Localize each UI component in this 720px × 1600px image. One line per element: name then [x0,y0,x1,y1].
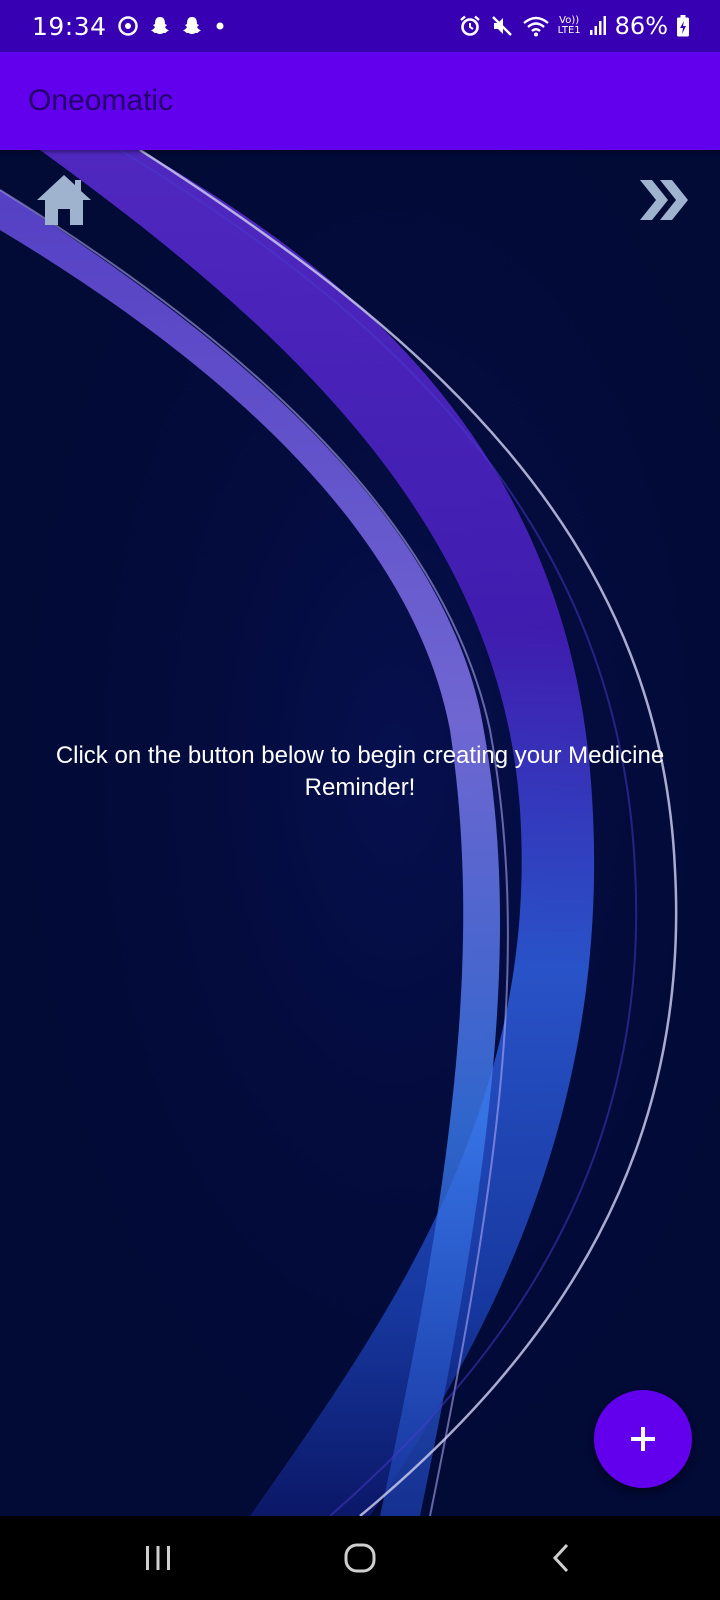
status-left: 19:34 [32,0,227,52]
home-circle-icon [344,1543,376,1573]
home-nav-button[interactable] [320,1516,400,1600]
next-button[interactable] [638,176,690,224]
status-right: Vo)) LTE1 86% [458,0,690,52]
snapchat-icon [149,15,171,37]
home-icon [37,175,91,225]
plus-icon [631,1427,655,1451]
snapchat-icon [181,15,203,37]
network-label: Vo)) LTE1 [558,16,581,36]
add-reminder-button[interactable] [594,1390,692,1488]
recents-icon [146,1546,170,1570]
empty-state-message: Click on the button below to begin creat… [55,742,665,801]
signal-icon [589,15,607,37]
mute-icon [490,14,514,38]
status-bar: 19:34 Vo)) LTE1 86% [0,0,720,52]
main-content: Click on the button below to begin creat… [0,150,720,1516]
navigation-bar [0,1516,720,1600]
alarm-icon [458,14,482,38]
home-button[interactable] [34,172,94,228]
back-icon [552,1543,569,1573]
sync-icon [117,15,139,37]
battery-percent: 86% [614,12,668,40]
app-bar: Oneomatic [0,52,720,150]
back-button[interactable] [522,1516,602,1600]
screen: 19:34 Vo)) LTE1 86% Oneomatic Click on t… [0,0,720,1600]
battery-charging-icon [676,14,690,38]
status-time: 19:34 [32,11,107,41]
recents-button[interactable] [118,1516,198,1600]
lte-label: LTE1 [557,25,581,36]
app-title: Oneomatic [28,84,174,117]
wallpaper-background [0,150,720,1516]
wifi-icon [522,14,550,38]
dot-icon [213,19,227,33]
double-chevron-right-icon [640,180,688,220]
